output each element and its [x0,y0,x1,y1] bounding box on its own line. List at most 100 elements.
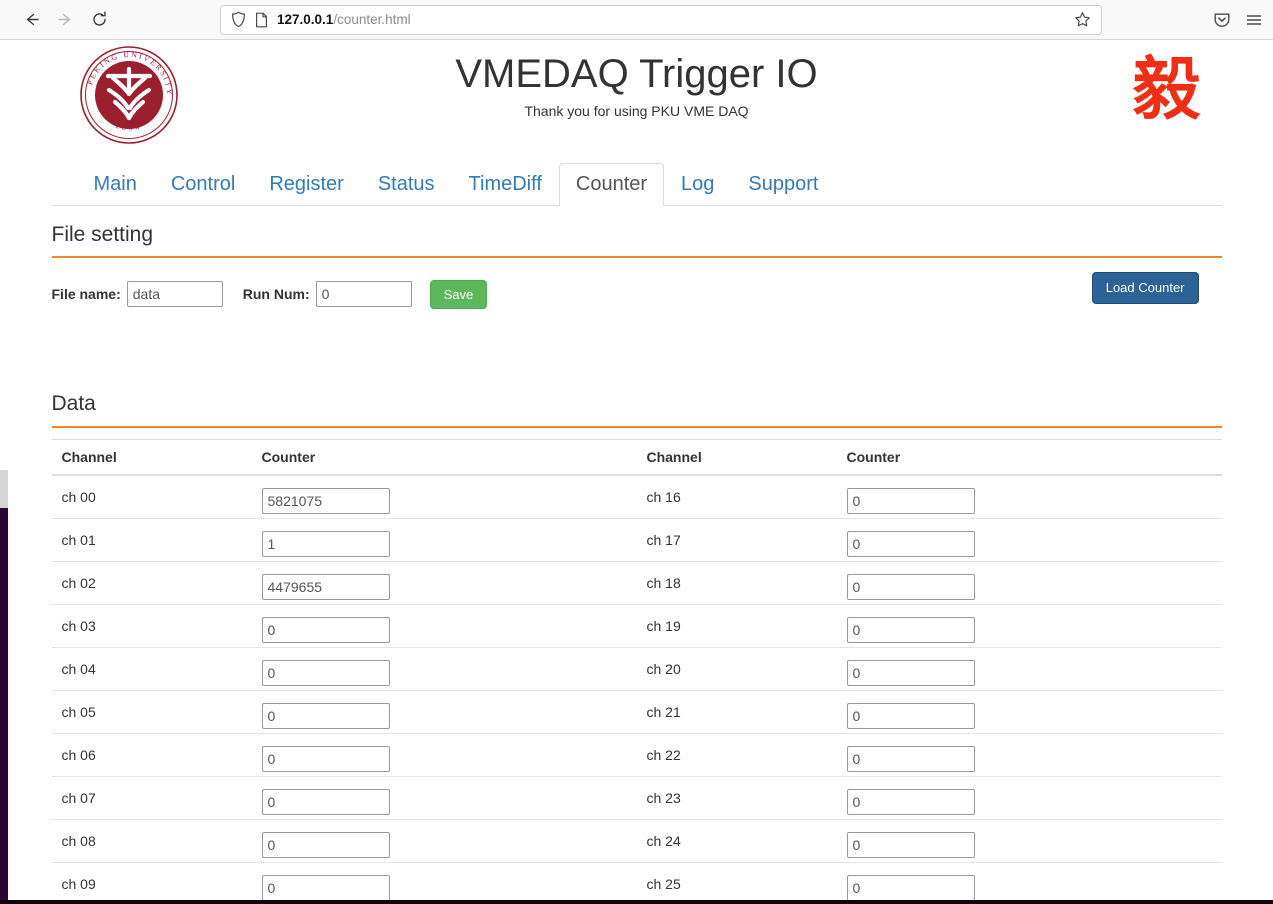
run-num-label: Run Num: [242,286,310,303]
counter-input-right[interactable] [846,487,975,514]
tab-control[interactable]: Control [154,163,252,206]
run-num-input[interactable] [315,281,412,308]
counter-cell-left [251,775,637,820]
counter-input-right[interactable] [846,702,975,729]
channel-label-left: ch 00 [51,474,252,519]
counter-cell-right [836,603,1222,648]
hamburger-menu-icon[interactable] [1245,11,1263,29]
page-icon [256,12,267,27]
reload-button[interactable] [84,5,114,35]
channel-label-right: ch 17 [636,517,837,562]
tab-support[interactable]: Support [731,163,835,206]
counter-input-left[interactable] [261,530,390,557]
counter-cell-right [836,646,1222,691]
counter-cell-right [836,474,1222,519]
counter-cell-right [836,818,1222,863]
tab-main[interactable]: Main [77,163,154,206]
counter-input-left[interactable] [261,745,390,772]
file-setting-row: File name: Run Num: Save Load Counter [52,258,1222,318]
star-icon[interactable] [1074,11,1091,28]
counter-input-left[interactable] [261,487,390,514]
counter-cell-right [836,560,1222,605]
page-container: PEKING UNIVERSITY 1898 VMEDAQ Trigger IO… [37,40,1237,904]
channel-label-left: ch 09 [51,861,252,904]
counter-cell-left [251,732,637,777]
counter-cell-left [251,689,637,734]
channel-label-left: ch 06 [51,732,252,777]
save-button[interactable]: Save [429,279,488,310]
counter-input-left[interactable] [261,788,390,815]
pku-seal-icon: PEKING UNIVERSITY 1898 [79,46,178,144]
file-name-input[interactable] [126,281,223,308]
main-navigation: Main Control Register Status TimeDiff Co… [51,163,1222,206]
seal-character-icon: 毅 [1132,51,1201,130]
table-row: ch 02 ch 18 [51,560,1222,605]
channel-label-left: ch 08 [51,818,252,863]
counter-input-right[interactable] [846,874,975,901]
channel-label-right: ch 24 [636,818,837,863]
back-button[interactable] [16,5,46,35]
load-counter-button[interactable]: Load Counter [1091,272,1199,304]
counter-cell-left [251,474,637,519]
counter-input-right[interactable] [846,745,975,772]
pku-logo: PEKING UNIVERSITY 1898 [79,45,179,145]
counter-input-right[interactable] [846,616,975,643]
channel-label-right: ch 21 [636,689,837,734]
tab-log[interactable]: Log [664,163,731,206]
page-title: VMEDAQ Trigger IO [455,52,818,96]
counter-input-left[interactable] [261,874,390,901]
url-path: /counter.html [333,12,411,27]
counter-cell-right [836,775,1222,820]
counter-input-left[interactable] [261,659,390,686]
counter-cell-left [251,818,637,863]
table-row: ch 09 ch 25 [51,861,1222,904]
tab-status[interactable]: Status [361,163,452,206]
channel-label-right: ch 18 [636,560,837,605]
counter-input-left[interactable] [261,573,390,600]
counter-table: Channel Counter Channel Counter ch 00ch … [51,438,1222,904]
counter-input-right[interactable] [846,530,975,557]
col-header-channel-right: Channel [636,438,837,476]
table-row: ch 04 ch 20 [51,646,1222,691]
table-row: ch 05 ch 21 [51,689,1222,734]
forward-button[interactable] [50,5,80,35]
counter-input-left[interactable] [261,702,390,729]
url-text: 127.0.0.1/counter.html [277,12,1065,27]
counter-cell-left [251,560,637,605]
channel-label-right: ch 25 [636,861,837,904]
counter-input-left[interactable] [261,831,390,858]
counter-input-right[interactable] [846,788,975,815]
site-header: PEKING UNIVERSITY 1898 VMEDAQ Trigger IO… [52,40,1222,155]
tab-counter[interactable]: Counter [558,163,665,206]
channel-label-left: ch 04 [51,646,252,691]
counter-input-right[interactable] [846,659,975,686]
tab-timediff[interactable]: TimeDiff [452,163,559,206]
counter-cell-right [836,732,1222,777]
counter-input-right[interactable] [846,831,975,858]
bottom-window-edge [0,900,1273,904]
channel-label-left: ch 01 [51,517,252,562]
counter-input-right[interactable] [846,573,975,600]
forward-arrow-icon [57,13,70,26]
file-setting-heading: File setting [51,221,1222,259]
address-bar[interactable]: 127.0.0.1/counter.html [220,4,1102,35]
browser-toolbar: 127.0.0.1/counter.html [0,0,1273,40]
left-window-edge [0,508,8,904]
counter-input-left[interactable] [261,616,390,643]
shield-icon[interactable] [231,11,246,28]
channel-label-right: ch 16 [636,474,837,519]
title-block: VMEDAQ Trigger IO Thank you for using PK… [52,45,1222,119]
channel-label-left: ch 02 [51,560,252,605]
channel-label-right: ch 23 [636,775,837,820]
scrollbar-edge-cap[interactable] [0,470,8,508]
tab-register[interactable]: Register [252,163,360,206]
counter-cell-right [836,861,1222,904]
channel-label-right: ch 20 [636,646,837,691]
reload-icon [92,11,106,26]
counter-cell-right [836,689,1222,734]
seal-logo: 毅 [1127,45,1207,137]
table-row: ch 03 ch 19 [51,603,1222,648]
table-row: ch 00 ch 16 [51,474,1222,519]
pocket-icon[interactable] [1213,11,1231,29]
data-heading: Data [51,390,1222,428]
